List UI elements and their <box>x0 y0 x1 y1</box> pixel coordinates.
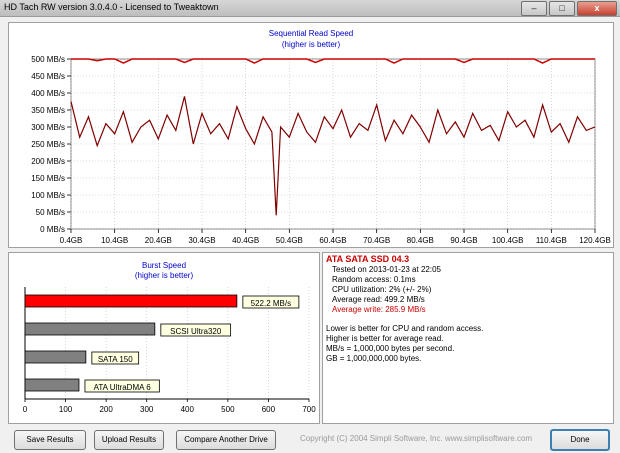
read-x-tick-label: 30.4GB <box>188 236 215 245</box>
note-mbs-definition: MB/s = 1,000,000 bytes per second. <box>326 344 455 353</box>
burst-speed-chart: 0 100 200 300 400 500 600 700 522.2 MB/s SCSI Ult… <box>23 287 316 414</box>
read-x-tick-label: 0.4GB <box>60 236 83 245</box>
burst-x-tick-label: 400 <box>181 405 195 414</box>
read-x-tick-label: 100.4GB <box>492 236 524 245</box>
upload-results-button[interactable]: Upload Results <box>94 430 164 450</box>
burst-x-tick-label: 500 <box>221 405 235 414</box>
note-gb-definition: GB = 1,000,000,000 bytes. <box>326 354 422 363</box>
burst-x-tick-label: 0 <box>23 405 28 414</box>
burst-bar-label: SATA 150 <box>98 355 133 364</box>
read-x-tick-label: 70.4GB <box>363 236 390 245</box>
tested-date: Tested on 2013-01-23 at 22:05 <box>332 265 441 274</box>
minimize-button[interactable]: – <box>521 1 547 16</box>
read-y-tick-label: 200 MB/s <box>31 157 65 166</box>
burst-bar-label: ATA UltraDMA 6 <box>94 383 152 392</box>
close-button[interactable]: x <box>577 1 617 16</box>
burst-speed-panel: Burst Speed (higher is better) 0 100 200 30… <box>8 252 320 424</box>
burst-bar <box>24 322 156 336</box>
read-x-tick-label: 90.4GB <box>450 236 477 245</box>
burst-bar-label: 522.2 MB/s <box>251 299 291 308</box>
burst-bar-label: SCSI Ultra320 <box>170 327 222 336</box>
maximize-button[interactable]: □ <box>549 1 575 16</box>
average-read: Average read: 499.2 MB/s <box>332 295 425 304</box>
burst-x-tick-label: 600 <box>262 405 276 414</box>
read-speed-chart: 500 MB/s 450 MB/s 400 MB/s 350 MB/s 300 MB/s… <box>31 55 611 245</box>
burst-bar <box>24 350 87 364</box>
burst-x-tick-label: 700 <box>302 405 316 414</box>
read-y-tick-label: 300 MB/s <box>31 123 65 132</box>
note-higher-better: Higher is better for average read. <box>326 334 444 343</box>
read-x-tick-label: 50.4GB <box>276 236 303 245</box>
read-y-tick-label: 100 MB/s <box>31 191 65 200</box>
read-y-tick-label: 350 MB/s <box>31 106 65 115</box>
read-y-tick-label: 500 MB/s <box>31 55 65 64</box>
read-y-tick-label: 0 MB/s <box>40 225 65 234</box>
done-button[interactable]: Done <box>550 429 610 451</box>
random-access: Random access: 0.1ms <box>332 275 416 284</box>
burst-x-tick-label: 300 <box>140 405 154 414</box>
read-x-tick-label: 80.4GB <box>407 236 434 245</box>
window-title: HD Tach RW version 3.0.4.0 - Licensed to… <box>4 2 219 12</box>
read-y-tick-label: 50 MB/s <box>36 208 65 217</box>
read-x-tick-label: 40.4GB <box>232 236 259 245</box>
cpu-utilization: CPU utilization: 2% (+/- 2%) <box>332 285 432 294</box>
burst-bar <box>24 294 238 308</box>
results-info-panel: ATA SATA SSD 04.3 Tested on 2013-01-23 a… <box>322 252 614 424</box>
read-x-tick-label: 20.4GB <box>145 236 172 245</box>
sequential-read-panel: Sequential Read Speed (higher is better)… <box>8 22 614 248</box>
drive-name: ATA SATA SSD 04.3 <box>326 254 410 264</box>
read-y-tick-label: 150 MB/s <box>31 174 65 183</box>
copyright-text: Copyright (C) 2004 Simpli Software, Inc.… <box>300 434 533 443</box>
average-write: Average write: 285.9 MB/s <box>332 305 426 314</box>
read-x-tick-label: 60.4GB <box>319 236 346 245</box>
read-x-tick-label: 120.4GB <box>579 236 611 245</box>
read-y-tick-label: 250 MB/s <box>31 140 65 149</box>
read-y-tick-label: 400 MB/s <box>31 89 65 98</box>
burst-bar <box>24 378 80 392</box>
title-bar: HD Tach RW version 3.0.4.0 - Licensed to… <box>0 0 620 17</box>
burst-x-tick-label: 200 <box>99 405 113 414</box>
burst-x-tick-label: 100 <box>59 405 73 414</box>
read-y-tick-label: 450 MB/s <box>31 72 65 81</box>
read-x-tick-label: 10.4GB <box>101 236 128 245</box>
compare-drive-button[interactable]: Compare Another Drive <box>176 430 276 450</box>
note-lower-better: Lower is better for CPU and random acces… <box>326 324 484 333</box>
save-results-button[interactable]: Save Results <box>14 430 86 450</box>
read-x-tick-label: 110.4GB <box>536 236 567 245</box>
